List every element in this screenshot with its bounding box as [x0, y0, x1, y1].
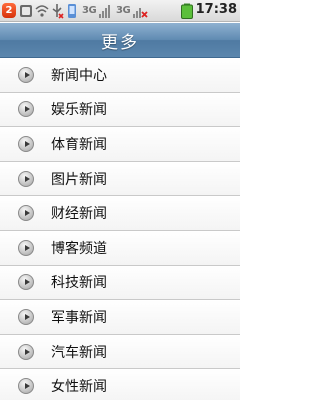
chevron-right-circle-icon: [18, 308, 34, 325]
list-item-women-news[interactable]: 女性新闻: [0, 369, 240, 400]
list-item-label: 科技新闻: [51, 275, 107, 292]
list-item-blog-channel[interactable]: 博客频道: [0, 230, 240, 266]
list-item-label: 女性新闻: [51, 379, 107, 396]
network-label-2: 3G: [116, 5, 131, 16]
list-item-label: 财经新闻: [51, 206, 107, 223]
list-item-tech-news[interactable]: 科技新闻: [0, 265, 240, 301]
list-item-auto-news[interactable]: 汽车新闻: [0, 334, 240, 370]
list-item-military-news[interactable]: 军事新闻: [0, 300, 240, 335]
more-menu-list: 新闻中心 娱乐新闻 体育新闻 图片新闻 财经新闻 博客频道 科技新闻 军事新闻 …: [0, 58, 240, 400]
list-item-label: 军事新闻: [51, 309, 107, 326]
status-time: 17:38: [195, 2, 237, 17]
chevron-right-circle-icon: [18, 66, 34, 83]
app-notification-icon: [20, 5, 32, 17]
phone-icon: [68, 4, 76, 18]
chevron-right-circle-icon: [18, 205, 34, 222]
list-item-label: 新闻中心: [51, 67, 107, 84]
title-bar: 更多: [0, 23, 240, 58]
list-item-label: 图片新闻: [51, 171, 107, 188]
chevron-right-circle-icon: [18, 135, 34, 152]
list-item-news-center[interactable]: 新闻中心: [0, 58, 240, 93]
status-bar: 2 3G 3G 17:38: [0, 0, 240, 22]
list-item-label: 娱乐新闻: [51, 102, 107, 119]
list-item-label: 体育新闻: [51, 136, 107, 153]
wifi-icon: [35, 5, 49, 17]
chevron-right-circle-icon: [18, 239, 34, 256]
page-title: 更多: [101, 32, 139, 53]
usb-icon: [52, 4, 64, 19]
list-item-finance-news[interactable]: 财经新闻: [0, 196, 240, 231]
list-item-label: 博客频道: [51, 240, 107, 257]
chevron-right-circle-icon: [18, 274, 34, 291]
chevron-right-circle-icon: [18, 343, 34, 360]
chevron-right-circle-icon: [18, 170, 34, 187]
network-label-1: 3G: [82, 5, 97, 16]
list-item-entertainment-news[interactable]: 娱乐新闻: [0, 92, 240, 128]
notification-badge[interactable]: 2: [2, 3, 16, 18]
list-item-photo-news[interactable]: 图片新闻: [0, 161, 240, 197]
list-item-sports-news[interactable]: 体育新闻: [0, 127, 240, 162]
chevron-right-circle-icon: [18, 378, 34, 395]
signal-icon: [99, 5, 110, 18]
signal-no-service-icon: [133, 8, 148, 18]
battery-icon: [181, 3, 193, 19]
chevron-right-circle-icon: [18, 101, 34, 118]
list-item-label: 汽车新闻: [51, 344, 107, 361]
